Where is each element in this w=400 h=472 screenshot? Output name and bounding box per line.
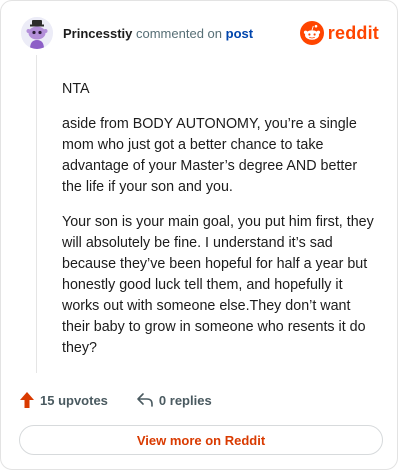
thread-line <box>36 55 37 373</box>
reply-arrow-icon <box>137 393 153 407</box>
comment-actions: 15 upvotes 0 replies <box>19 387 212 413</box>
reddit-wordmark: reddit <box>327 22 379 43</box>
username-link[interactable]: Princesstiy <box>63 26 132 41</box>
snoo-avatar-icon <box>21 17 53 49</box>
embedded-comment-card: Princesstiy commented on post reddit NTA… <box>0 0 398 470</box>
upvote-arrow-icon <box>20 392 34 408</box>
upvote-count: 15 upvotes <box>40 392 108 408</box>
post-link[interactable]: post <box>226 26 253 41</box>
view-more-button[interactable]: View more on Reddit <box>19 425 383 455</box>
comment-paragraph: aside from BODY AUTONOMY, you’re a singl… <box>62 116 358 195</box>
upvote-button[interactable]: 15 upvotes <box>19 391 108 409</box>
reply-count: 0 replies <box>158 392 212 408</box>
comment-header: Princesstiy commented on post reddit <box>21 15 379 51</box>
user-avatar[interactable] <box>21 17 53 49</box>
reddit-logo-icon <box>299 21 324 45</box>
comment-paragraph: NTA <box>62 81 90 97</box>
comment-meta: Princesstiy commented on post <box>63 26 253 41</box>
action-text: commented on <box>136 25 222 41</box>
comment-paragraph: Your son is your main goal, you put him … <box>62 214 374 356</box>
reddit-logo[interactable]: reddit <box>299 21 379 45</box>
replies-button[interactable]: 0 replies <box>136 392 212 408</box>
comment-body: NTA aside from BODY AUTONOMY, you’re a s… <box>62 79 374 373</box>
